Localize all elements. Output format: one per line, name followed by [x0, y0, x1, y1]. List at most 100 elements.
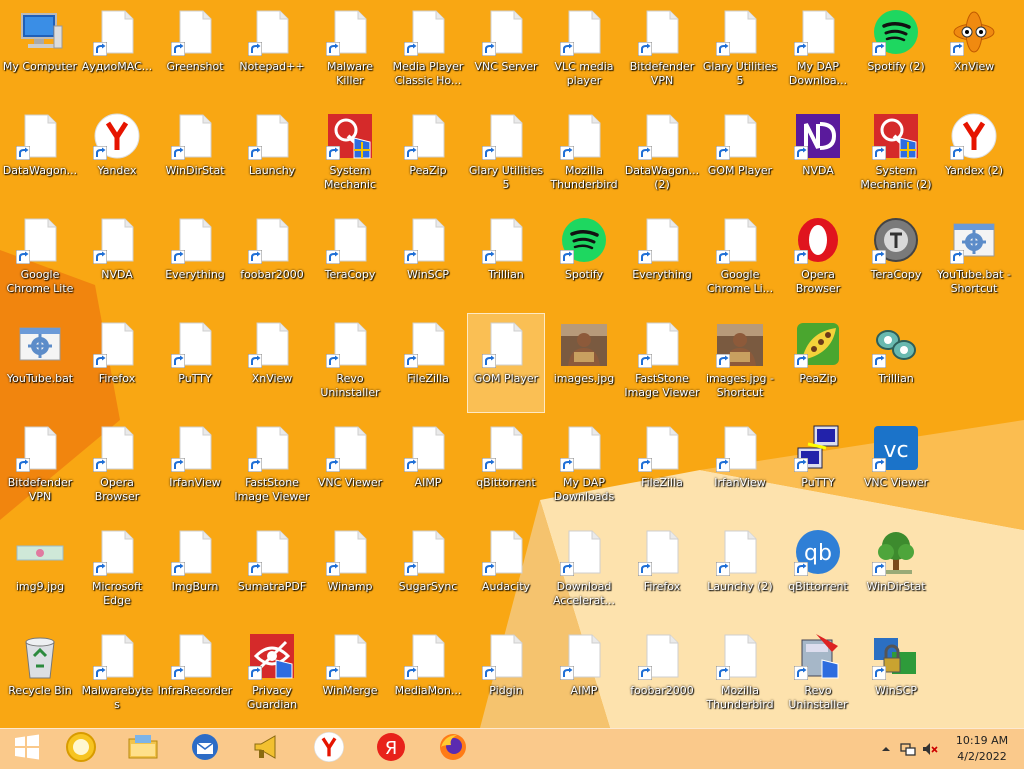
desktop-icon[interactable]: SumatraPDF — [234, 522, 310, 620]
desktop-icon[interactable]: DataWagon... — [2, 106, 78, 204]
desktop-icon[interactable]: System Mechanic (2) — [858, 106, 934, 204]
desktop-icon[interactable]: WinSCP — [390, 210, 466, 308]
desktop-icon[interactable]: YouTube.bat - Shortcut — [936, 210, 1012, 308]
desktop-icon[interactable]: Trillian — [858, 314, 934, 412]
desktop-icon[interactable]: Opera Browser — [780, 210, 856, 308]
desktop-icon[interactable]: System Mechanic — [312, 106, 388, 204]
desktop-icon[interactable]: Glary Utilities 5 — [468, 106, 544, 204]
desktop-icon[interactable]: Firefox — [624, 522, 700, 620]
desktop-icon[interactable]: images.jpg - Shortcut — [702, 314, 778, 412]
taskbar-app-file-explorer[interactable] — [116, 731, 170, 767]
show-hidden-icons-icon[interactable] — [878, 741, 894, 757]
taskbar-app-yandex-browser[interactable]: Я — [364, 731, 418, 767]
desktop-icon[interactable]: XnView — [234, 314, 310, 412]
desktop-icon[interactable]: Greenshot — [157, 2, 233, 100]
desktop-icon[interactable]: DataWagon... (2) — [624, 106, 700, 204]
desktop-icon[interactable]: Launchy — [234, 106, 310, 204]
desktop-icon[interactable]: qBittorrent — [468, 418, 544, 516]
desktop-icon[interactable]: VNC Server — [468, 2, 544, 100]
desktop-icon[interactable]: Bitdefender VPN — [2, 418, 78, 516]
desktop-icon[interactable]: InfraRecorder — [157, 626, 233, 724]
taskbar-app-yandex[interactable] — [302, 731, 356, 767]
desktop-icon[interactable]: Revo Uninstaller — [780, 626, 856, 724]
desktop-icon[interactable]: Malware Killer — [312, 2, 388, 100]
desktop-icon[interactable]: PuTTY — [157, 314, 233, 412]
desktop-icon[interactable]: Everything — [624, 210, 700, 308]
desktop-icon[interactable]: WinDirStat — [858, 522, 934, 620]
desktop-icon[interactable]: Winamp — [312, 522, 388, 620]
desktop-icon[interactable]: Recycle Bin — [2, 626, 78, 724]
desktop-icon[interactable]: TeraCopy — [858, 210, 934, 308]
desktop-icon[interactable]: Mozilla Thunderbird — [546, 106, 622, 204]
desktop-icon[interactable]: Bitdefender VPN — [624, 2, 700, 100]
desktop-icon[interactable]: Opera Browser — [79, 418, 155, 516]
desktop-icon[interactable]: Privacy Guardian — [234, 626, 310, 724]
desktop-icon[interactable]: Microsoft Edge — [79, 522, 155, 620]
desktop-icon[interactable]: PeaZip — [390, 106, 466, 204]
desktop-icon[interactable]: AIMP — [390, 418, 466, 516]
desktop-icon[interactable]: VLC media player — [546, 2, 622, 100]
taskbar-app-thunderbird[interactable] — [178, 731, 232, 767]
desktop-icon[interactable]: AIMP — [546, 626, 622, 724]
taskbar-app-megaphone[interactable] — [240, 731, 294, 767]
desktop-icon[interactable]: PeaZip — [780, 314, 856, 412]
start-button[interactable] — [0, 731, 54, 767]
desktop-icon[interactable]: MediaMon... — [390, 626, 466, 724]
desktop-icon[interactable]: Revo Uninstaller — [312, 314, 388, 412]
desktop-icon[interactable]: qb qBittorrent — [780, 522, 856, 620]
desktop-icon[interactable]: ImgBurn — [157, 522, 233, 620]
desktop-icon[interactable]: SugarSync — [390, 522, 466, 620]
desktop-icon[interactable]: Trillian — [468, 210, 544, 308]
desktop-icon[interactable]: PuTTY — [780, 418, 856, 516]
desktop-icon[interactable]: GOM Player — [702, 106, 778, 204]
desktop-icon[interactable]: FileZilla — [624, 418, 700, 516]
clock[interactable]: 10:19 AM 4/2/2022 — [952, 733, 1012, 765]
taskbar-app-firefox[interactable] — [426, 731, 480, 767]
desktop-icon[interactable]: Yandex (2) — [936, 106, 1012, 204]
desktop-icon[interactable]: FastStone Image Viewer — [624, 314, 700, 412]
desktop-icon[interactable]: foobar2000 — [624, 626, 700, 724]
desktop-icon[interactable]: TeraCopy — [312, 210, 388, 308]
desktop-icon[interactable]: Yandex — [79, 106, 155, 204]
desktop-icon[interactable]: Audacity — [468, 522, 544, 620]
desktop-icon[interactable]: WinDirStat — [157, 106, 233, 204]
desktop-icon[interactable]: XnView — [936, 2, 1012, 100]
desktop-icon[interactable]: Launchy (2) — [702, 522, 778, 620]
desktop-icon[interactable]: GOM Player — [467, 313, 545, 413]
desktop-icon[interactable]: Spotify — [546, 210, 622, 308]
desktop-icon[interactable]: My DAP Downloa... — [780, 2, 856, 100]
desktop-icon[interactable]: img9.jpg — [2, 522, 78, 620]
desktop-icon[interactable]: Download Accelerat... — [546, 522, 622, 620]
desktop-icon[interactable]: Google Chrome Lite — [2, 210, 78, 308]
desktop-icon[interactable]: Firefox — [79, 314, 155, 412]
network-icon[interactable] — [900, 741, 916, 757]
desktop-icon[interactable]: My Computer — [2, 2, 78, 100]
desktop-icon[interactable]: Everything — [157, 210, 233, 308]
desktop-icon[interactable]: Glary Utilities 5 — [702, 2, 778, 100]
desktop-icon[interactable]: Google Chrome Li... — [702, 210, 778, 308]
desktop-icon[interactable]: My DAP Downloads — [546, 418, 622, 516]
desktop-icon[interactable]: Mozilla Thunderbird — [702, 626, 778, 724]
desktop-icon[interactable]: foobar2000 — [234, 210, 310, 308]
desktop-icon[interactable]: Pidgin — [468, 626, 544, 724]
volume-muted-icon[interactable] — [922, 741, 938, 757]
desktop-icon[interactable]: WinSCP — [858, 626, 934, 724]
desktop-icon[interactable]: WinMerge — [312, 626, 388, 724]
desktop-icon[interactable]: VNC Viewer — [312, 418, 388, 516]
desktop-icon[interactable]: vc VNC Viewer — [858, 418, 934, 516]
desktop-icon[interactable]: FastStone Image Viewer — [234, 418, 310, 516]
desktop-icon[interactable]: Media Player Classic Ho... — [390, 2, 466, 100]
desktop-icon[interactable]: YouTube.bat — [2, 314, 78, 412]
desktop-icon[interactable]: Malwarebytes — [79, 626, 155, 724]
desktop-icon-label: XnView — [251, 372, 293, 385]
desktop-icon[interactable]: images.jpg — [546, 314, 622, 412]
desktop-icon[interactable]: NVDA — [79, 210, 155, 308]
desktop-icon[interactable]: IrfanView — [702, 418, 778, 516]
desktop-icon[interactable]: NVDA — [780, 106, 856, 204]
desktop-icon[interactable]: АудиоMAC... — [79, 2, 155, 100]
desktop-icon[interactable]: FileZilla — [390, 314, 466, 412]
desktop-icon[interactable]: Notepad++ — [234, 2, 310, 100]
taskbar-app-chrome-lite[interactable] — [54, 731, 108, 767]
desktop-icon[interactable]: IrfanView — [157, 418, 233, 516]
desktop-icon[interactable]: Spotify (2) — [858, 2, 934, 100]
